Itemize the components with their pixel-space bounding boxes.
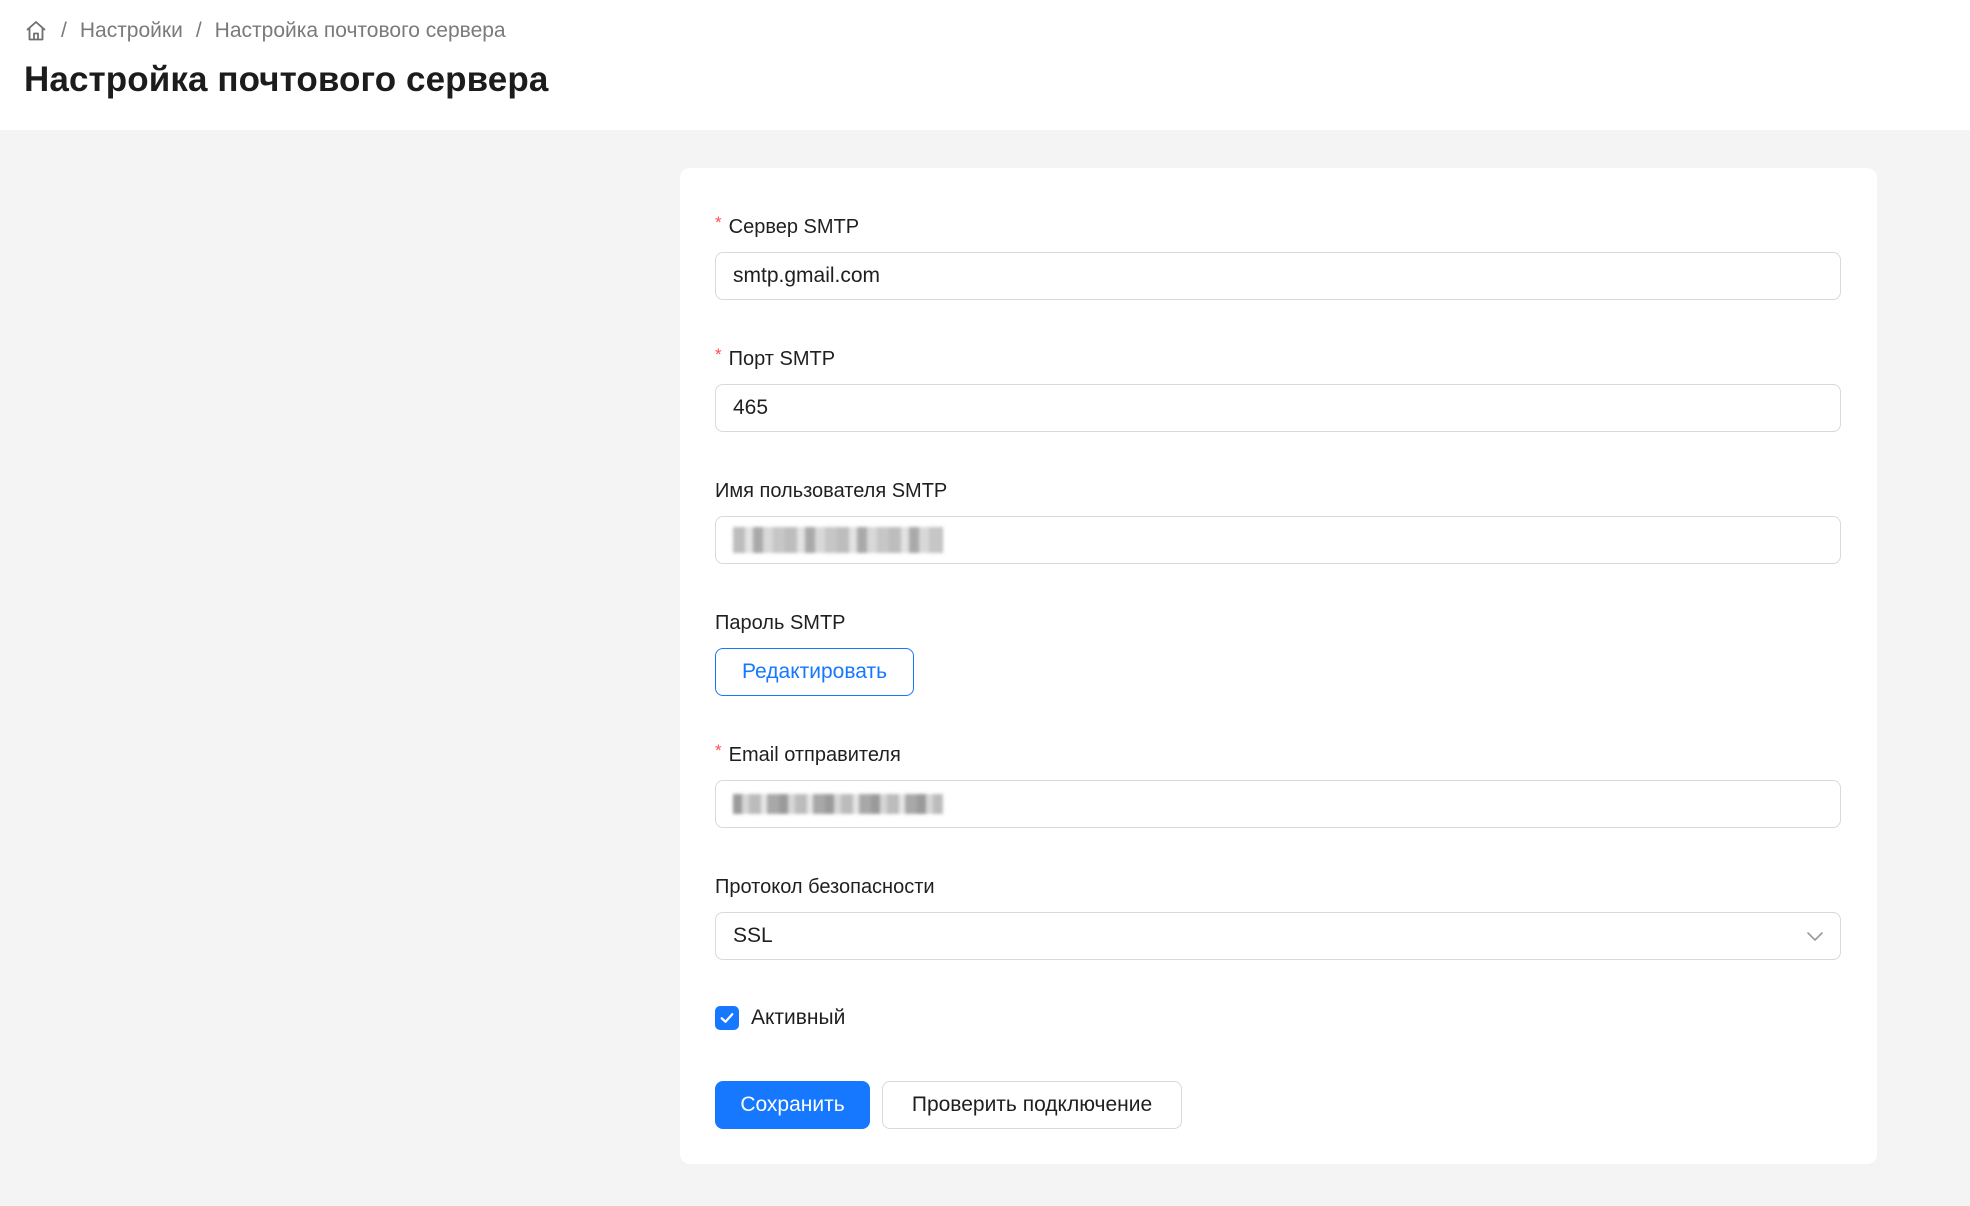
sender-email-input[interactable] — [715, 780, 1841, 828]
redacted-value — [733, 794, 943, 814]
home-icon[interactable] — [24, 19, 48, 43]
smtp-port-label-text: Порт SMTP — [728, 348, 836, 370]
smtp-password-label-text: Пароль SMTP — [715, 612, 846, 634]
required-mark: * — [715, 740, 722, 760]
active-checkbox-row[interactable]: Активный — [715, 1006, 845, 1030]
test-connection-button[interactable]: Проверить подключение — [882, 1081, 1182, 1129]
redacted-value — [733, 527, 943, 553]
smtp-username-label-text: Имя пользователя SMTP — [715, 480, 948, 502]
security-protocol-label: Протокол безопасности — [715, 876, 935, 899]
breadcrumb-separator: / — [61, 19, 67, 42]
save-button[interactable]: Сохранить — [715, 1081, 870, 1129]
required-mark: * — [715, 344, 722, 364]
security-protocol-value: SSL — [733, 924, 773, 947]
smtp-username-input[interactable] — [715, 516, 1841, 564]
smtp-server-value: smtp.gmail.com — [733, 264, 881, 287]
smtp-port-input[interactable]: 465 — [715, 384, 1841, 432]
smtp-port-label: * Порт SMTP — [715, 344, 836, 371]
active-checkbox[interactable] — [715, 1006, 739, 1030]
breadcrumb-item-settings[interactable]: Настройки — [80, 19, 183, 43]
breadcrumb-separator: / — [195, 19, 202, 42]
breadcrumb: / Настройки / Настройка почтового сервер… — [24, 18, 506, 44]
security-protocol-select[interactable]: SSL — [715, 912, 1841, 960]
smtp-server-input[interactable]: smtp.gmail.com — [715, 252, 1841, 300]
sender-email-label: * Email отправителя — [715, 740, 901, 767]
smtp-port-value: 465 — [733, 396, 769, 419]
sender-email-label-text: Email отправителя — [728, 744, 901, 766]
breadcrumb-item-current: Настройка почтового сервера — [214, 19, 506, 42]
edit-password-button[interactable]: Редактировать — [715, 648, 914, 696]
smtp-username-label: Имя пользователя SMTP — [715, 480, 947, 503]
page-title: Настройка почтового сервера — [24, 60, 549, 99]
active-checkbox-label: Активный — [751, 1006, 846, 1029]
smtp-password-label: Пароль SMTP — [715, 612, 846, 635]
page-header: / Настройки / Настройка почтового сервер… — [0, 0, 1970, 130]
mail-server-form-card: * Сервер SMTP smtp.gmail.com * Порт SMTP… — [680, 168, 1877, 1164]
smtp-server-label-text: Сервер SMTP — [728, 216, 860, 238]
chevron-down-icon — [1806, 927, 1824, 945]
security-protocol-label-text: Протокол безопасности — [715, 876, 935, 898]
smtp-server-label: * Сервер SMTP — [715, 212, 860, 239]
required-mark: * — [715, 212, 722, 232]
